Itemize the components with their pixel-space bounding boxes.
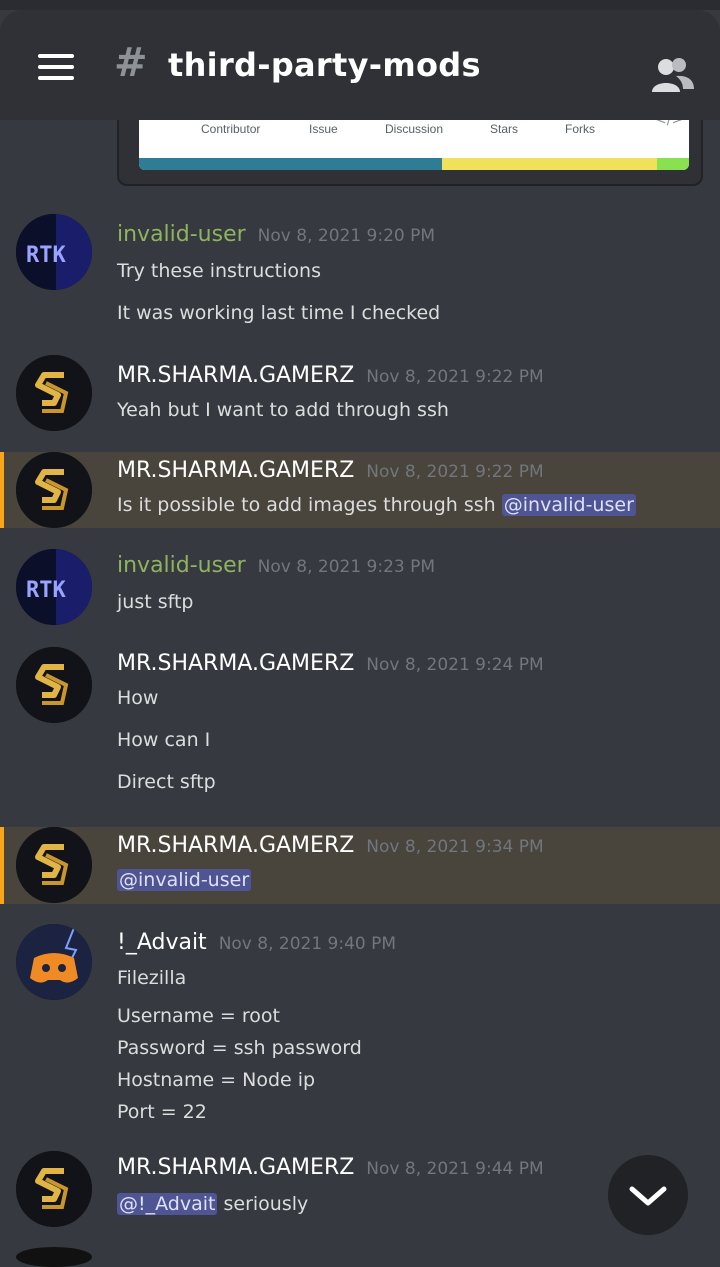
language-bar-segment xyxy=(442,158,657,170)
message[interactable]: RTK invalid-user Nov 8, 2021 9:20 PM Try … xyxy=(0,206,720,336)
embed-stat-contributor: Contributor xyxy=(201,122,261,136)
embed-stat-issue: Issue xyxy=(309,122,338,136)
username[interactable]: MR.SHARMA.GAMERZ xyxy=(117,1155,354,1180)
channel-title: third-party-mods xyxy=(168,46,481,84)
message-text: It was working last time I checked xyxy=(117,302,441,324)
message-text: Yeah but I want to add through ssh xyxy=(117,399,449,421)
message-text: Try these instructions xyxy=(117,260,321,282)
message[interactable]: MR.SHARMA.GAMERZ Nov 8, 2021 9:24 PM How … xyxy=(0,641,720,811)
message-text: @invalid-user xyxy=(117,869,252,891)
hash-icon: # xyxy=(114,40,148,86)
avatar[interactable]: RTK xyxy=(16,549,92,625)
message-text-prefix: Is it possible to add images through ssh xyxy=(117,494,502,516)
code-icon: </> xyxy=(655,120,684,128)
username[interactable]: invalid-user xyxy=(117,222,246,247)
timestamp: Nov 8, 2021 9:22 PM xyxy=(366,462,544,482)
avatar[interactable] xyxy=(16,1151,92,1227)
hamburger-menu-icon[interactable] xyxy=(38,54,74,80)
username[interactable]: MR.SHARMA.GAMERZ xyxy=(117,833,354,858)
status-area xyxy=(0,0,720,10)
timestamp: Nov 8, 2021 9:34 PM xyxy=(366,837,544,857)
avatar[interactable] xyxy=(16,1247,92,1267)
avatar[interactable] xyxy=(16,452,92,528)
timestamp: Nov 8, 2021 9:23 PM xyxy=(257,557,436,577)
chevron-down-icon xyxy=(629,1186,667,1206)
message-text: Port = 22 xyxy=(117,1101,207,1123)
message-text: How xyxy=(117,687,159,709)
language-bar-segment xyxy=(657,158,689,170)
username[interactable]: MR.SHARMA.GAMERZ xyxy=(117,651,354,676)
channel-header: # third-party-mods xyxy=(0,10,720,120)
top-bar: # third-party-mods xyxy=(0,0,720,120)
message-text: @!_Advait seriously xyxy=(117,1193,308,1215)
username[interactable]: invalid-user xyxy=(117,553,246,578)
message[interactable]: RTK invalid-user Nov 8, 2021 9:23 PM just… xyxy=(0,543,720,633)
embed-stat-stars: Stars xyxy=(490,122,519,136)
timestamp: Nov 8, 2021 9:20 PM xyxy=(257,226,436,246)
timestamp: Nov 8, 2021 9:40 PM xyxy=(218,934,397,954)
message-text: How can I xyxy=(117,729,211,751)
avatar[interactable] xyxy=(16,924,92,1000)
message[interactable]: MR.SHARMA.GAMERZ Nov 8, 2021 9:22 PM Yeah… xyxy=(0,349,720,439)
user-mention[interactable]: @!_Advait xyxy=(117,1193,218,1215)
avatar[interactable] xyxy=(16,827,92,903)
username[interactable]: MR.SHARMA.GAMERZ xyxy=(117,363,354,388)
svg-text:RTK: RTK xyxy=(26,578,66,603)
timestamp: Nov 8, 2021 9:44 PM xyxy=(366,1159,544,1179)
message-text: just sftp xyxy=(117,591,194,613)
message-text: Is it possible to add images through ssh… xyxy=(117,494,636,516)
user-mention[interactable]: @invalid-user xyxy=(117,869,252,891)
embed-stat-discussion: Discussion xyxy=(385,122,444,136)
user-mention[interactable]: @invalid-user xyxy=(501,494,636,516)
timestamp: Nov 8, 2021 9:24 PM xyxy=(366,655,544,675)
message-text-suffix: seriously xyxy=(217,1193,309,1215)
language-bar-segment xyxy=(139,158,442,170)
message-text: Filezilla xyxy=(117,967,187,989)
message-mentioned[interactable]: MR.SHARMA.GAMERZ Nov 8, 2021 9:22 PM Is i… xyxy=(0,452,720,528)
message-text: Password = ssh password xyxy=(117,1037,362,1059)
message-text: Hostname = Node ip xyxy=(117,1069,316,1091)
message-text: Direct sftp xyxy=(117,771,216,793)
members-icon[interactable] xyxy=(650,56,696,94)
avatar[interactable] xyxy=(16,647,92,723)
embed-stat-forks: Forks xyxy=(565,122,595,136)
scroll-to-bottom-button[interactable] xyxy=(608,1155,688,1235)
avatar[interactable] xyxy=(16,355,92,431)
message[interactable]: !_Advait Nov 8, 2021 9:40 PM Filezilla Us… xyxy=(0,920,720,1130)
avatar[interactable]: RTK xyxy=(16,214,92,290)
message-mentioned[interactable]: MR.SHARMA.GAMERZ Nov 8, 2021 9:34 PM @inv… xyxy=(0,827,720,904)
svg-text:RTK: RTK xyxy=(26,243,66,268)
timestamp: Nov 8, 2021 9:22 PM xyxy=(366,367,544,387)
username[interactable]: !_Advait xyxy=(117,930,207,955)
link-embed[interactable]: Contributor Issue Discussion Stars Forks… xyxy=(117,120,703,186)
message-text: Username = root xyxy=(117,1005,280,1027)
embed-preview-card: Contributor Issue Discussion Stars Forks… xyxy=(139,120,689,170)
username[interactable]: MR.SHARMA.GAMERZ xyxy=(117,458,354,483)
